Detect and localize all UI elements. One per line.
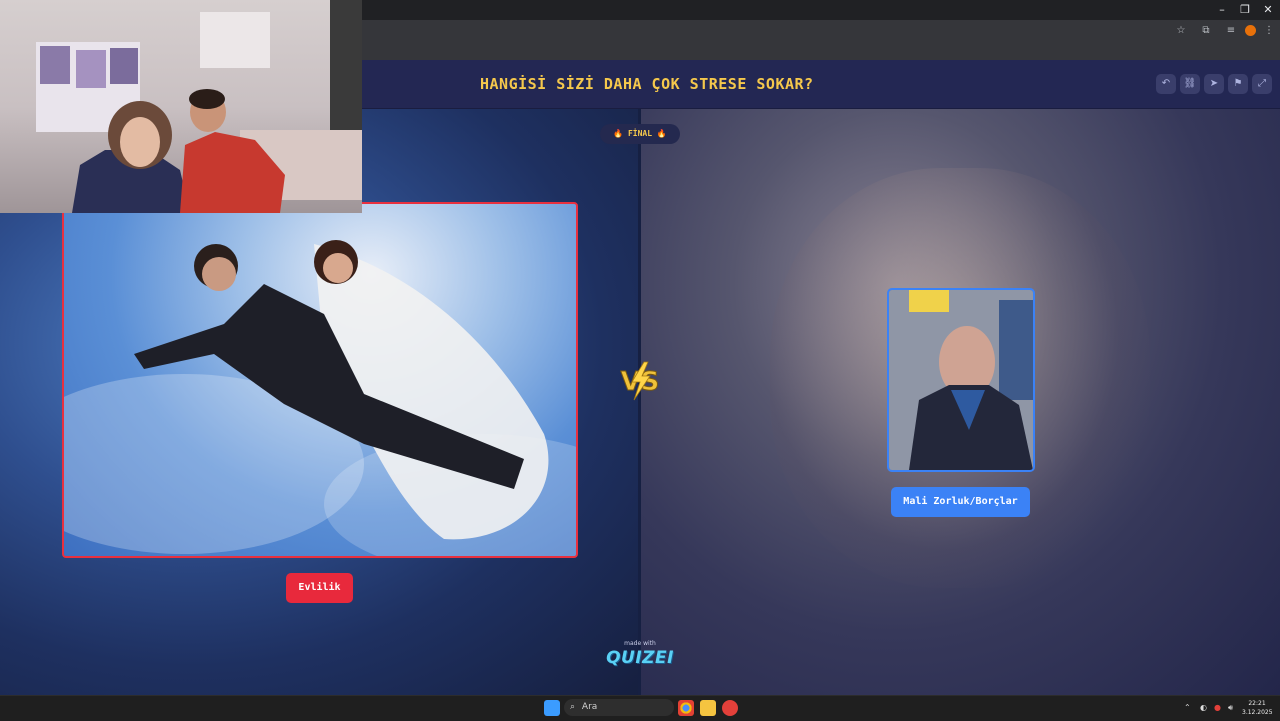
option-a-image[interactable] [62,202,578,558]
minimize-icon[interactable]: – [1210,0,1234,20]
made-with-text: made with [624,640,656,647]
webcam-overlay [0,0,362,213]
option-b-image[interactable] [887,288,1035,472]
network-icon[interactable]: ◐ [1200,703,1207,712]
taskbar-search[interactable]: ⌕ Ara [564,699,674,716]
file-explorer-icon[interactable] [700,700,716,716]
close-icon[interactable]: ✕ [1256,0,1280,20]
app-icon[interactable] [722,700,738,716]
flag-icon[interactable]: ⚑ [1228,74,1248,94]
option-a-button[interactable]: Evlilik [286,573,353,603]
windows-start-icon[interactable] [544,700,560,716]
quizei-logo[interactable]: QUIZEI [600,648,680,668]
chrome-icon[interactable] [678,700,694,716]
vs-lightning-icon: VS [620,361,660,401]
clock-date: 3.12.2025 [1242,709,1273,716]
search-placeholder: Ara [581,702,598,712]
wedding-photo [64,240,576,556]
undo-icon[interactable]: ↶ [1156,74,1176,94]
webcam-feed [36,0,362,213]
profile-avatar[interactable] [1245,25,1256,36]
maximize-icon[interactable]: ❐ [1233,0,1257,20]
cast-icon[interactable]: ≡ [1224,24,1238,38]
bookmark-star-icon[interactable]: ☆ [1174,24,1188,38]
record-icon[interactable]: ● [1214,703,1221,712]
tray-chevron-icon[interactable]: ⌃ [1184,703,1191,712]
extensions-icon[interactable]: ⧉ [1199,24,1213,38]
man-portrait-photo [889,290,1033,470]
quiz-question: HANGİSİ SİZİ DAHA ÇOK STRESE SOKAR? [480,75,814,93]
send-icon[interactable]: ➤ [1204,74,1224,94]
menu-icon[interactable]: ⋮ [1262,24,1276,38]
round-badge: 🔥 FİNAL 🔥 [600,124,680,144]
option-b-button[interactable]: Mali Zorluk/Borçlar [891,487,1030,517]
fullscreen-icon[interactable]: ⤢ [1252,74,1272,94]
volume-icon[interactable]: 🔊︎ [1228,703,1233,713]
share-icon[interactable]: ⛓ [1180,74,1200,94]
taskbar-clock[interactable]: 22:21 3.12.2025 [1242,699,1273,717]
search-icon: ⌕ [570,702,576,712]
clock-time: 22:21 [1248,700,1266,707]
